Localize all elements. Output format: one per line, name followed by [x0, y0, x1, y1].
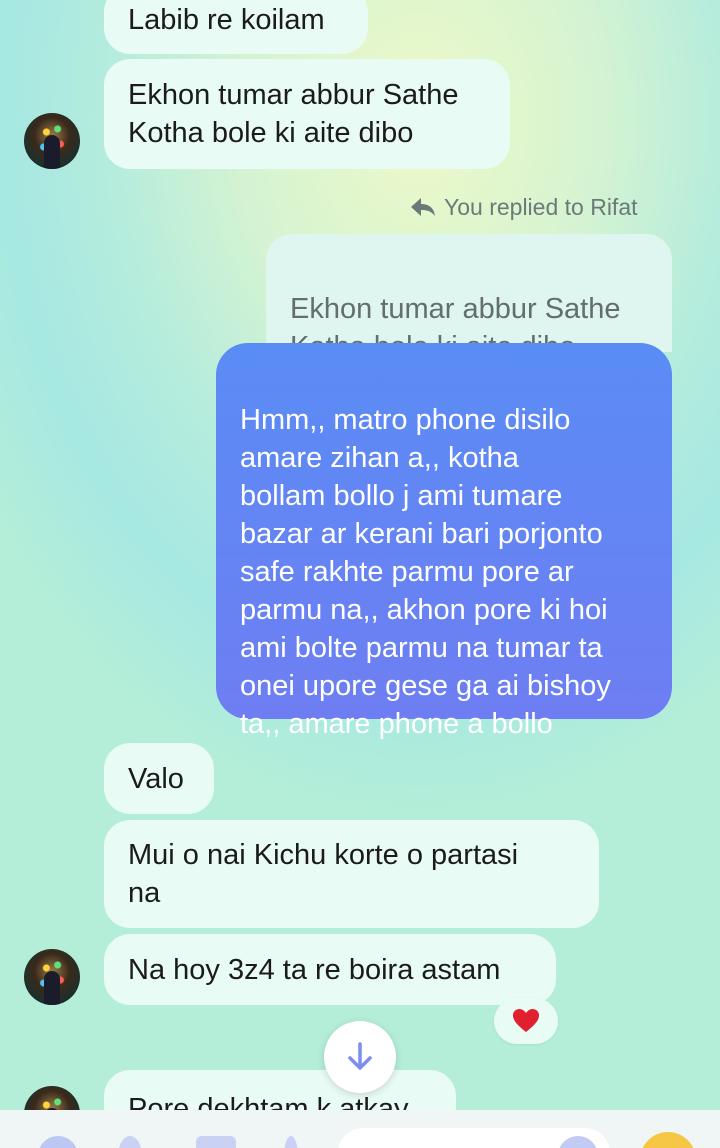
- mic-icon[interactable]: [284, 1136, 298, 1148]
- message-text: Valo: [128, 762, 184, 795]
- camera-icon[interactable]: [118, 1136, 142, 1148]
- quoted-message[interactable]: Ekhon tumar abbur Sathe Kotha bole ki ai…: [266, 234, 672, 363]
- message-text: Hmm,, matro phone disilo amare zihan a,,…: [240, 404, 611, 740]
- emoji-icon[interactable]: [640, 1132, 696, 1148]
- reaction-badge[interactable]: [494, 998, 558, 1044]
- message-text: Na hoy 3z4 ta re boira astam: [128, 953, 501, 986]
- sent-message-bubble[interactable]: Hmm,, matro phone disilo amare zihan a,,…: [216, 343, 672, 740]
- arrow-down-icon: [348, 1042, 372, 1070]
- reply-indicator-text: You replied to Rifat: [444, 193, 638, 220]
- heart-icon: [513, 1009, 539, 1032]
- reply-icon: [411, 198, 435, 216]
- gallery-icon[interactable]: [196, 1136, 236, 1148]
- scroll-to-bottom-button[interactable]: [324, 1021, 396, 1093]
- message-bubble[interactable]: Ekhon tumar abbur Sathe Kotha bole ki ai…: [104, 59, 510, 169]
- message-text: Labib re koilam: [128, 4, 325, 36]
- message-bubble[interactable]: Valo: [104, 743, 214, 814]
- avatar[interactable]: [24, 113, 80, 169]
- message-bubble[interactable]: Mui o nai Kichu korte o partasi na: [104, 820, 599, 928]
- message-text: Mui o nai Kichu korte o partasi na: [128, 839, 519, 909]
- reply-indicator: You replied to Rifat: [410, 192, 638, 222]
- message-bubble[interactable]: Labib re koilam: [104, 0, 368, 54]
- avatar[interactable]: [24, 949, 80, 1005]
- message-text: Ekhon tumar abbur Sathe Kotha bole ki ai…: [128, 79, 459, 149]
- message-bubble[interactable]: Na hoy 3z4 ta re boira astam: [104, 934, 556, 1005]
- more-actions-icon[interactable]: [38, 1136, 78, 1148]
- composer-bar: [0, 1110, 720, 1148]
